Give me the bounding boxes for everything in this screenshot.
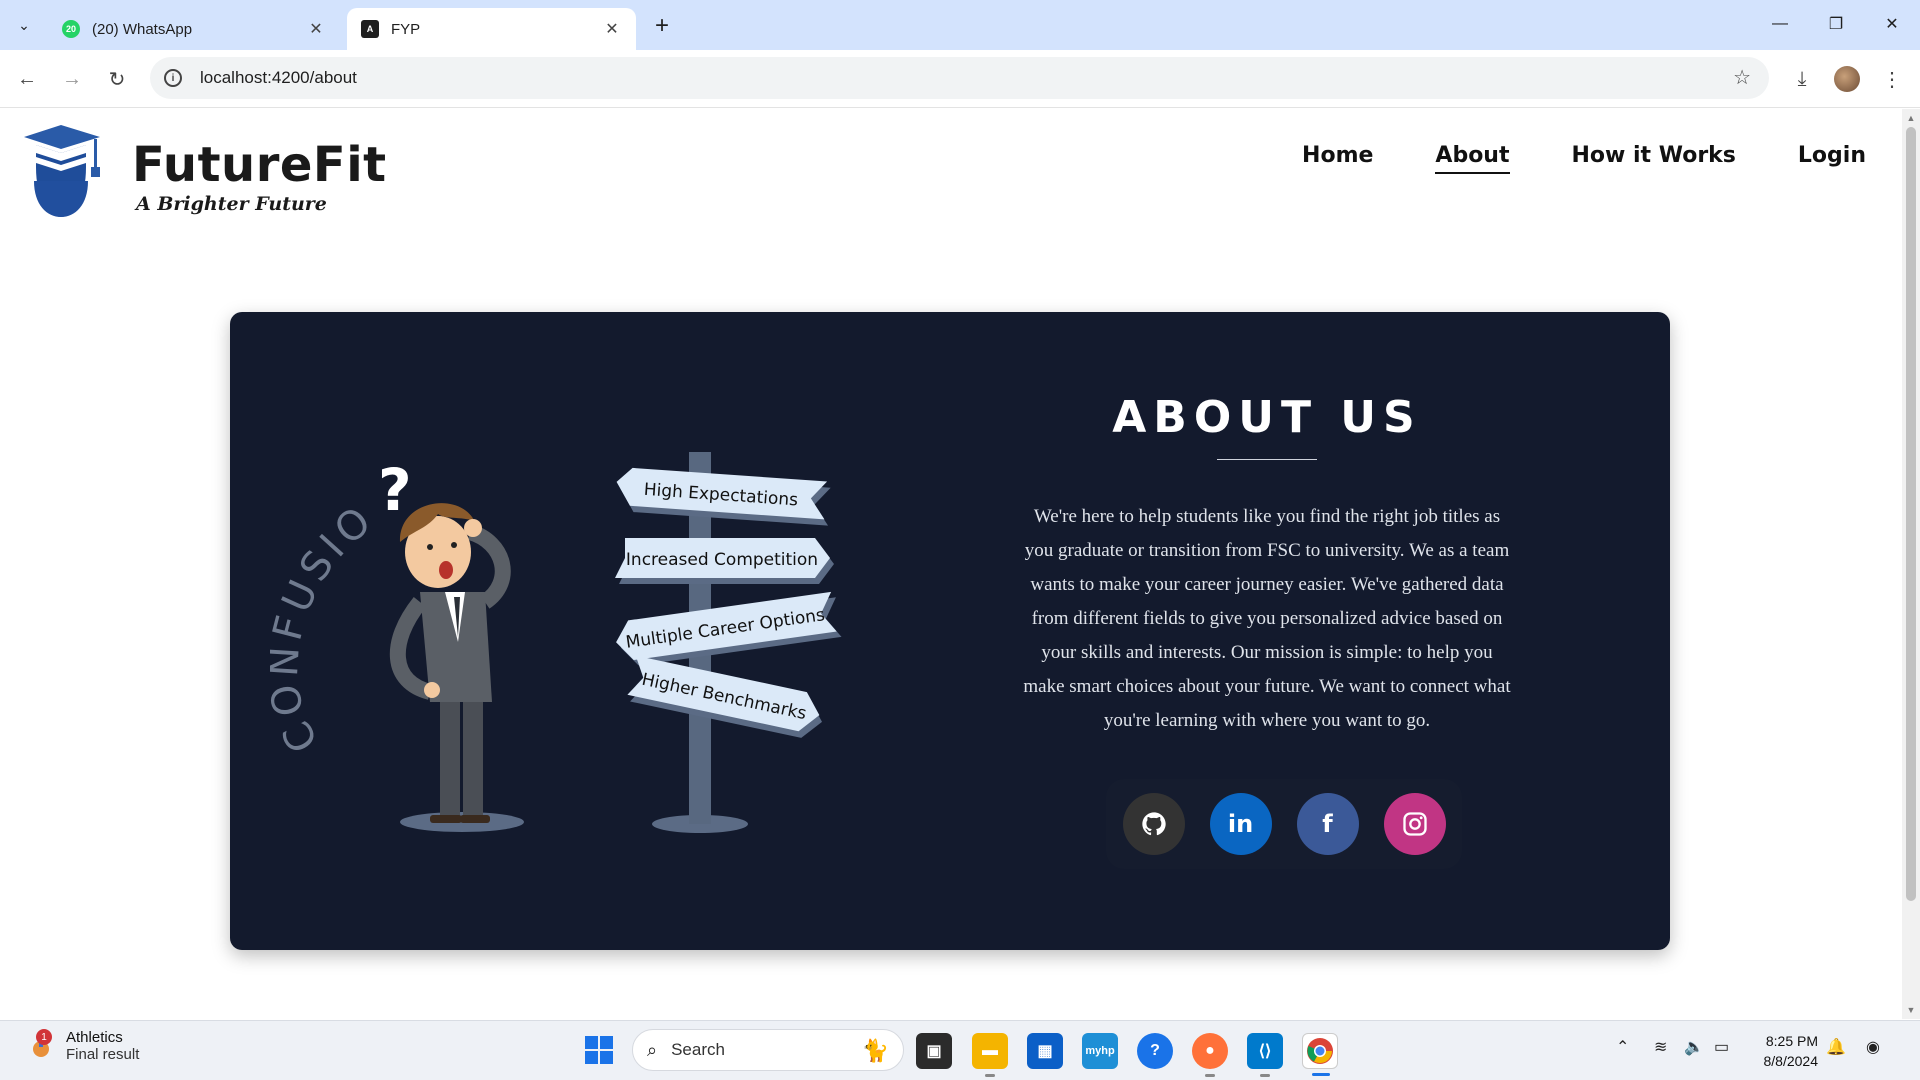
reload-icon[interactable]: ↻ [100, 62, 134, 96]
social-links: in f [1106, 779, 1462, 869]
site-info-icon[interactable]: i [164, 69, 182, 87]
vscode-icon[interactable]: ⟨⟩ [1247, 1033, 1283, 1077]
sign-high-expectations: High Expectations [616, 467, 831, 526]
about-section: ABOUT US We're here to help students lik… [1020, 392, 1514, 738]
question-mark-icon: ? [378, 456, 412, 524]
system-clock[interactable]: 8:25 PM 8/8/2024 [1752, 1031, 1819, 1071]
back-icon[interactable]: ← [10, 62, 44, 96]
tab-search-chevron-icon[interactable]: ⌄ [9, 10, 39, 40]
close-tab-icon[interactable]: ✕ [306, 19, 326, 39]
tab-whatsapp[interactable]: 20 (20) WhatsApp ✕ [48, 8, 340, 50]
bookmark-star-icon[interactable]: ☆ [1733, 65, 1751, 90]
facebook-link[interactable]: f [1296, 793, 1359, 855]
url-text[interactable]: localhost:4200/about [200, 68, 357, 88]
nav-how-it-works-link[interactable]: How it Works [1572, 143, 1736, 174]
battery-icon[interactable]: ▭ [1714, 1037, 1729, 1057]
github-icon [1141, 812, 1166, 836]
clock-date: 8/8/2024 [1763, 1053, 1819, 1069]
address-bar[interactable]: i localhost:4200/about ☆ [150, 57, 1769, 99]
download-icon[interactable]: ⤓ [1785, 62, 1819, 96]
sign-multiple-career-options: Multiple Career Options [616, 591, 842, 666]
nav-about-link[interactable]: About [1435, 143, 1510, 174]
linkedin-link[interactable]: in [1209, 793, 1272, 855]
instagram-icon [1402, 812, 1427, 836]
scroll-down-icon[interactable]: ▼ [1906, 1005, 1916, 1015]
github-link[interactable] [1122, 793, 1185, 855]
search-highlight-cat-icon: 🐈 [861, 1038, 889, 1063]
clock-time: 8:25 PM [1765, 1033, 1818, 1049]
tab-fyp[interactable]: A FYP ✕ [347, 8, 636, 50]
tab-title: (20) WhatsApp [92, 20, 193, 38]
sign-higher-benchmarks: Higher Benchmarks [627, 655, 823, 738]
brand[interactable]: FutureFit A Brighter Future [14, 123, 387, 223]
volume-icon[interactable]: 🔈 [1684, 1037, 1704, 1057]
help-icon[interactable]: ? [1137, 1033, 1173, 1069]
search-icon: ⌕ [647, 1039, 658, 1060]
graduation-cap-logo-icon [24, 125, 100, 217]
svg-text:Increased Competition: Increased Competition [626, 550, 818, 570]
new-tab-button[interactable]: + [648, 12, 676, 40]
nav-login-link[interactable]: Login [1798, 143, 1866, 174]
firefox-icon[interactable]: ● [1192, 1033, 1228, 1077]
close-window-icon[interactable]: ✕ [1864, 0, 1920, 48]
task-view-icon[interactable]: ▣ [916, 1033, 952, 1069]
confusion-signpost-illustration: CONFUSION ? [270, 392, 842, 833]
microsoft-store-icon[interactable]: ▦ [1027, 1033, 1063, 1069]
facebook-icon: f [1322, 810, 1333, 838]
instagram-link[interactable] [1383, 793, 1446, 855]
about-body: We're here to help students like you fin… [1023, 506, 1511, 731]
angular-icon: A [361, 20, 379, 38]
minimize-icon[interactable]: — [1752, 0, 1808, 48]
myhp-icon[interactable]: myhp [1082, 1033, 1118, 1069]
windows-taskbar: 1 Athletics Final result ⌕ Search 🐈 ▣ ▬ … [0, 1020, 1920, 1080]
nav-home-link[interactable]: Home [1302, 143, 1373, 174]
file-explorer-icon[interactable]: ▬ [972, 1033, 1008, 1077]
brand-tagline: A Brighter Future [136, 193, 327, 215]
browser-menu-icon[interactable]: ⋮ [1875, 62, 1909, 96]
athletics-icon: 1 [28, 1029, 54, 1059]
profile-avatar[interactable] [1830, 62, 1864, 96]
main-nav: Home About How it Works Login [1302, 143, 1866, 174]
taskbar-search[interactable]: ⌕ Search 🐈 [632, 1029, 904, 1071]
search-placeholder: Search [671, 1040, 725, 1059]
confusion-word: CONFUSION [270, 392, 379, 760]
brand-name: FutureFit [132, 137, 387, 193]
page-content: FutureFit A Brighter Future Home About H… [0, 109, 1902, 1019]
tab-title: FYP [391, 20, 421, 38]
tray-overflow-chevron-icon[interactable]: ⌃ [1616, 1037, 1629, 1057]
page-scrollbar[interactable]: ▲ ▼ [1902, 109, 1920, 1019]
linkedin-icon: in [1227, 810, 1254, 838]
chrome-icon[interactable] [1302, 1033, 1338, 1076]
whatsapp-icon: 20 [62, 20, 80, 38]
widget-subtitle: Final result [66, 1046, 140, 1063]
about-card: CONFUSION ? [230, 312, 1670, 950]
news-widget[interactable]: 1 Athletics Final result [28, 1029, 139, 1063]
brand-text: FutureFit A Brighter Future [132, 141, 387, 215]
widget-title: Athletics [66, 1029, 123, 1046]
restore-icon[interactable]: ❐ [1808, 0, 1864, 48]
notification-badge: 1 [36, 1029, 52, 1045]
close-tab-icon[interactable]: ✕ [602, 19, 622, 39]
title-underline [1217, 459, 1317, 460]
copilot-icon[interactable]: ◉ [1866, 1037, 1880, 1057]
windows-start-icon[interactable] [584, 1035, 614, 1065]
notification-bell-icon[interactable]: 🔔 [1826, 1037, 1846, 1057]
avatar [1834, 66, 1860, 92]
browser-toolbar: ← → ↻ i localhost:4200/about ☆ ⤓ ⋮ [0, 50, 1920, 108]
scroll-up-icon[interactable]: ▲ [1906, 113, 1916, 123]
scrollbar-thumb[interactable] [1906, 127, 1916, 901]
sign-increased-competition: Increased Competition [615, 538, 834, 584]
about-title: ABOUT US [1112, 392, 1422, 443]
browser-tab-bar: ⌄ 20 (20) WhatsApp ✕ A FYP ✕ + — ❐ ✕ [0, 0, 1920, 50]
wifi-icon[interactable]: ≋ [1654, 1037, 1667, 1057]
widget-text: Athletics Final result [66, 1029, 139, 1063]
forward-icon[interactable]: → [55, 62, 89, 96]
svg-text:CONFUSION: CONFUSION [270, 392, 384, 760]
